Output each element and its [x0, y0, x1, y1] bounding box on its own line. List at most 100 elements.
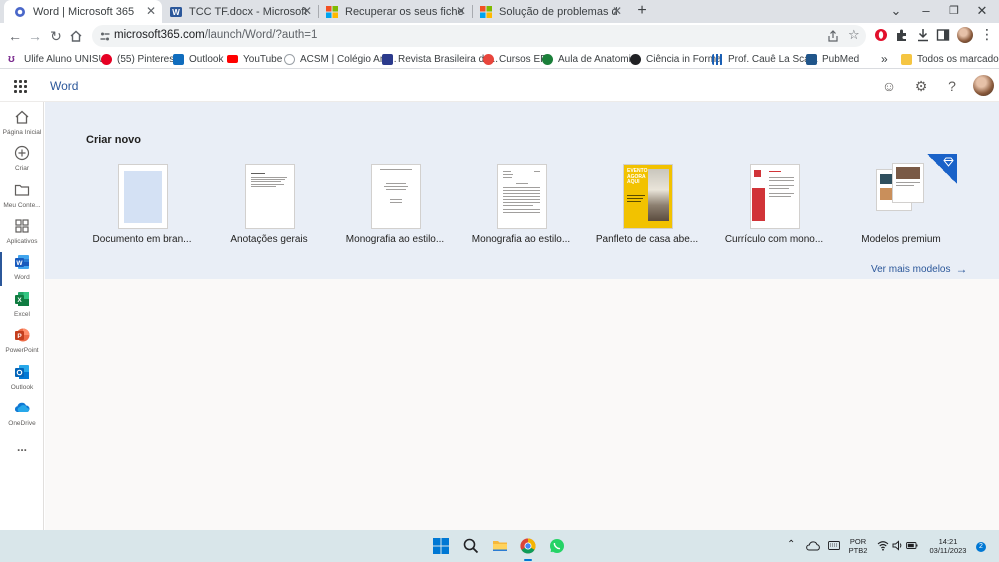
bookmark-star-icon[interactable]: ☆ — [848, 27, 860, 43]
bookmark-label: (55) Pinterest — [117, 53, 178, 65]
rail-item-word[interactable]: W Word — [0, 252, 44, 286]
clock[interactable]: 14:21 03/11/2023 — [925, 537, 971, 555]
bookmark-item[interactable]: Ciência in Forma — [630, 52, 722, 66]
svg-text:W: W — [172, 8, 180, 17]
rail-label: PowerPoint — [5, 347, 39, 354]
rail-item-outlook[interactable]: Outlook — [0, 362, 44, 396]
folder-icon — [901, 53, 912, 65]
side-panel-icon[interactable] — [936, 28, 950, 42]
bookmarks-overflow-button[interactable]: » — [881, 52, 888, 66]
url-host: microsoft365.com — [114, 29, 205, 41]
close-window-button[interactable]: ✕ — [970, 2, 994, 20]
microsoft-favicon-icon — [480, 5, 492, 18]
tab-search-chevron-icon[interactable]: ⌄ — [884, 2, 908, 20]
flyer-heading: EVENTO AGORA AQUI — [627, 168, 648, 185]
app-launcher-waffle-icon[interactable] — [14, 80, 28, 94]
close-tab-icon[interactable]: ✕ — [146, 4, 156, 18]
bookmark-item[interactable]: Outlook — [173, 52, 223, 66]
see-more-templates-link[interactable]: Ver mais modelos → — [871, 262, 967, 276]
rail-label: Meu Conte... — [3, 202, 41, 209]
bookmark-item[interactable]: ACSM | Colégio Am... — [284, 52, 397, 66]
template-label: Panfleto de casa abe... — [595, 234, 699, 245]
bookmark-item[interactable]: Cursos EF — [483, 52, 546, 66]
file-explorer-icon[interactable] — [492, 538, 508, 554]
forward-arrow-icon[interactable]: → — [26, 27, 44, 45]
home-button-icon[interactable] — [67, 27, 85, 45]
search-icon[interactable] — [463, 538, 479, 554]
app-title[interactable]: Word — [50, 79, 78, 93]
all-bookmarks-button[interactable]: Todos os marcadores — [901, 52, 999, 66]
tray-overflow-chevron-icon[interactable]: ⌃ — [787, 540, 795, 550]
site-info-icon[interactable] — [100, 31, 110, 42]
outlook-icon — [15, 365, 29, 379]
url-text[interactable]: microsoft365.com/launch/Word/?auth=1 — [114, 29, 317, 41]
template-label: Monografia ao estilo... — [345, 234, 445, 245]
share-icon[interactable] — [827, 30, 839, 42]
tab-tcc-word[interactable]: W TCC TF.docx - Microsoft Word Online ✕ — [160, 0, 318, 23]
bookmark-item[interactable]: Revista Brasileira de... — [382, 52, 498, 66]
help-question-icon[interactable]: ? — [944, 78, 960, 94]
restore-button[interactable]: ❐ — [942, 2, 966, 20]
extensions-puzzle-icon[interactable] — [895, 28, 909, 42]
wifi-icon[interactable] — [877, 540, 889, 551]
template-monogram-resume[interactable]: Currículo com mono... — [711, 164, 837, 254]
tab-solucao-problemas[interactable]: Solução de problemas da Administração ✕ — [470, 0, 628, 23]
chrome-icon[interactable] — [520, 538, 536, 554]
rail-item-home[interactable]: Página Inicial — [0, 107, 44, 141]
premium-thumbnail-front — [893, 164, 923, 202]
template-thumbnail — [498, 165, 546, 228]
close-tab-icon[interactable]: ✕ — [612, 4, 622, 18]
rail-item-create[interactable]: Criar — [0, 143, 44, 177]
profile-avatar[interactable] — [957, 27, 973, 43]
powerpoint-icon: P — [15, 328, 30, 342]
template-blank-document[interactable]: Documento em bran... — [79, 164, 205, 254]
bookmark-label: PubMed — [822, 53, 860, 65]
battery-icon[interactable] — [906, 541, 918, 550]
template-monografia-1[interactable]: Monografia ao estilo... — [332, 164, 458, 254]
reload-icon[interactable]: ↻ — [47, 27, 65, 45]
bookmark-item[interactable]: ʊ Ulife Aluno UNISUL — [8, 52, 111, 66]
template-label: Currículo com mono... — [724, 234, 824, 245]
minimize-button[interactable]: – — [914, 2, 938, 20]
download-icon[interactable] — [916, 28, 930, 42]
windows-start-icon[interactable] — [433, 538, 449, 554]
rail-item-apps[interactable]: Aplicativos — [0, 216, 44, 250]
close-tab-icon[interactable]: ✕ — [302, 4, 312, 18]
rail-label: Excel — [14, 311, 30, 318]
bookmark-item[interactable]: YouTube — [227, 52, 282, 66]
tab-word-microsoft365[interactable]: Word | Microsoft 365 ✕ — [4, 0, 162, 23]
tab-recuperar-ficheiros[interactable]: Recuperar os seus ficheiros e dados ✕ — [316, 0, 472, 23]
rail-item-powerpoint[interactable]: P PowerPoint — [0, 325, 44, 359]
rail-item-excel[interactable]: X Excel — [0, 289, 44, 323]
back-arrow-icon[interactable]: ← — [6, 27, 24, 45]
volume-icon[interactable] — [892, 540, 904, 551]
rail-item-more[interactable]: ... — [0, 440, 44, 474]
template-open-house-flyer[interactable]: EVENTO AGORA AQUI Panfleto de casa abe..… — [584, 164, 710, 254]
template-thumbnail: EVENTO AGORA AQUI — [624, 165, 672, 228]
browser-menu-icon[interactable]: ⋮ — [980, 26, 994, 43]
address-bar[interactable]: microsoft365.com/launch/Word/?auth=1 ☆ — [92, 25, 866, 47]
new-tab-button[interactable]: + — [630, 2, 654, 20]
url-path: /launch/Word/?auth=1 — [204, 29, 318, 41]
template-premium-models[interactable]: Modelos premium — [838, 154, 964, 254]
template-general-notes[interactable]: Anotações gerais — [206, 164, 332, 254]
bookmark-item[interactable]: (55) Pinterest — [101, 52, 177, 66]
bookmark-item[interactable]: Prof. Cauê La Scala — [712, 52, 818, 66]
language-indicator[interactable]: POR PTB2 — [844, 537, 872, 555]
onedrive-tray-icon[interactable] — [806, 540, 820, 551]
opera-extension-icon[interactable] — [874, 28, 888, 42]
rail-item-my-content[interactable]: Meu Conte... — [0, 180, 44, 214]
feedback-smiley-icon[interactable]: ☺ — [881, 78, 897, 94]
close-tab-icon[interactable]: ✕ — [456, 4, 466, 18]
notification-badge[interactable]: 2 — [976, 542, 986, 552]
template-monografia-2[interactable]: Monografia ao estilo... — [458, 164, 584, 254]
rail-item-onedrive[interactable]: OneDrive — [0, 398, 44, 432]
settings-gear-icon[interactable]: ⚙ — [913, 78, 929, 94]
bookmark-label: Cursos EF — [499, 53, 547, 65]
section-title: Criar novo — [86, 134, 142, 146]
bookmark-item[interactable]: PubMed — [806, 52, 859, 66]
whatsapp-icon[interactable] — [549, 538, 565, 554]
keyboard-icon[interactable] — [828, 541, 840, 550]
account-avatar[interactable] — [973, 75, 994, 96]
bookmark-item[interactable]: Aula de Anatomia — [542, 52, 636, 66]
